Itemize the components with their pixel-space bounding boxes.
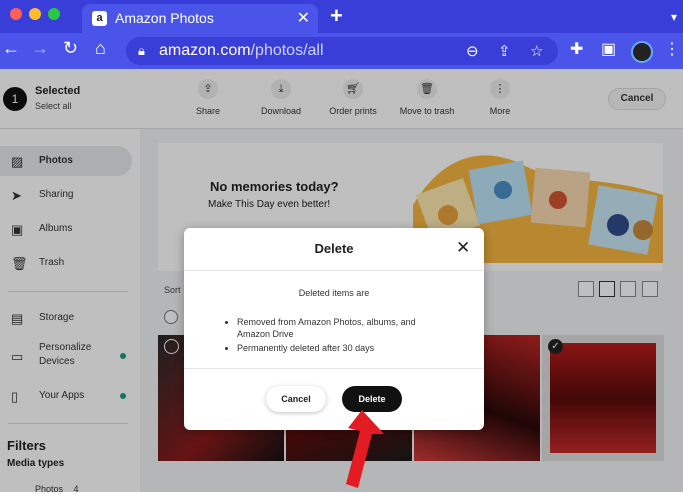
close-window-button[interactable] <box>10 8 22 20</box>
share-page-icon[interactable]: ⇪ <box>498 42 511 60</box>
zoom-icon[interactable]: ⊖ <box>466 42 479 60</box>
address-bar[interactable]: 🔒︎ amazon.com/photos/all ⊖ ⇪ ☆ <box>126 37 558 65</box>
back-icon[interactable]: ← <box>2 38 20 59</box>
forward-icon[interactable]: → <box>31 38 49 59</box>
menu-kebab-icon[interactable]: ⋮ <box>664 39 680 59</box>
dialog-title: Delete <box>314 241 354 256</box>
bookmark-star-icon[interactable]: ☆ <box>530 42 543 60</box>
browser-toolbar: ← → ↻ ⌂ 🔒︎ amazon.com/photos/all ⊖ ⇪ ☆ ✚… <box>0 33 683 69</box>
browser-tab[interactable]: a Amazon Photos ✕ <box>82 4 318 33</box>
browser-tab-bar: a Amazon Photos ✕ + ▾ <box>0 0 683 33</box>
extensions-icon[interactable]: ✚ <box>570 39 583 59</box>
dialog-divider <box>184 270 484 271</box>
lock-icon: 🔒︎ <box>138 43 145 58</box>
side-panel-icon[interactable]: ▣ <box>601 39 616 59</box>
close-tab-icon[interactable]: ✕ <box>297 8 310 28</box>
maximize-window-button[interactable] <box>48 8 60 20</box>
new-tab-icon[interactable]: + <box>330 3 343 29</box>
dialog-bullet: Removed from Amazon Photos, albums, and … <box>237 316 450 340</box>
cancel-button[interactable]: Cancel <box>266 386 326 412</box>
profile-avatar[interactable] <box>631 41 653 63</box>
close-icon[interactable]: ✕ <box>456 238 470 258</box>
url-path: /photos/all <box>250 42 324 59</box>
dialog-bullets: Removed from Amazon Photos, albums, and … <box>220 316 450 356</box>
amazon-favicon-icon: a <box>92 11 107 26</box>
reload-icon[interactable]: ↻ <box>63 38 78 59</box>
tab-search-icon[interactable]: ▾ <box>671 10 677 24</box>
delete-dialog: Delete ✕ Deleted items are Removed from … <box>184 228 484 430</box>
tab-title: Amazon Photos <box>115 10 214 26</box>
home-icon[interactable]: ⌂ <box>95 38 106 59</box>
dialog-intro: Deleted items are <box>298 288 370 298</box>
url-host: amazon.com <box>159 42 251 59</box>
dialog-bullet: Permanently deleted after 30 days <box>237 342 450 354</box>
minimize-window-button[interactable] <box>29 8 41 20</box>
url-text: amazon.com/photos/all <box>159 42 324 60</box>
dialog-divider <box>184 368 484 369</box>
annotation-arrow-icon <box>346 410 384 488</box>
